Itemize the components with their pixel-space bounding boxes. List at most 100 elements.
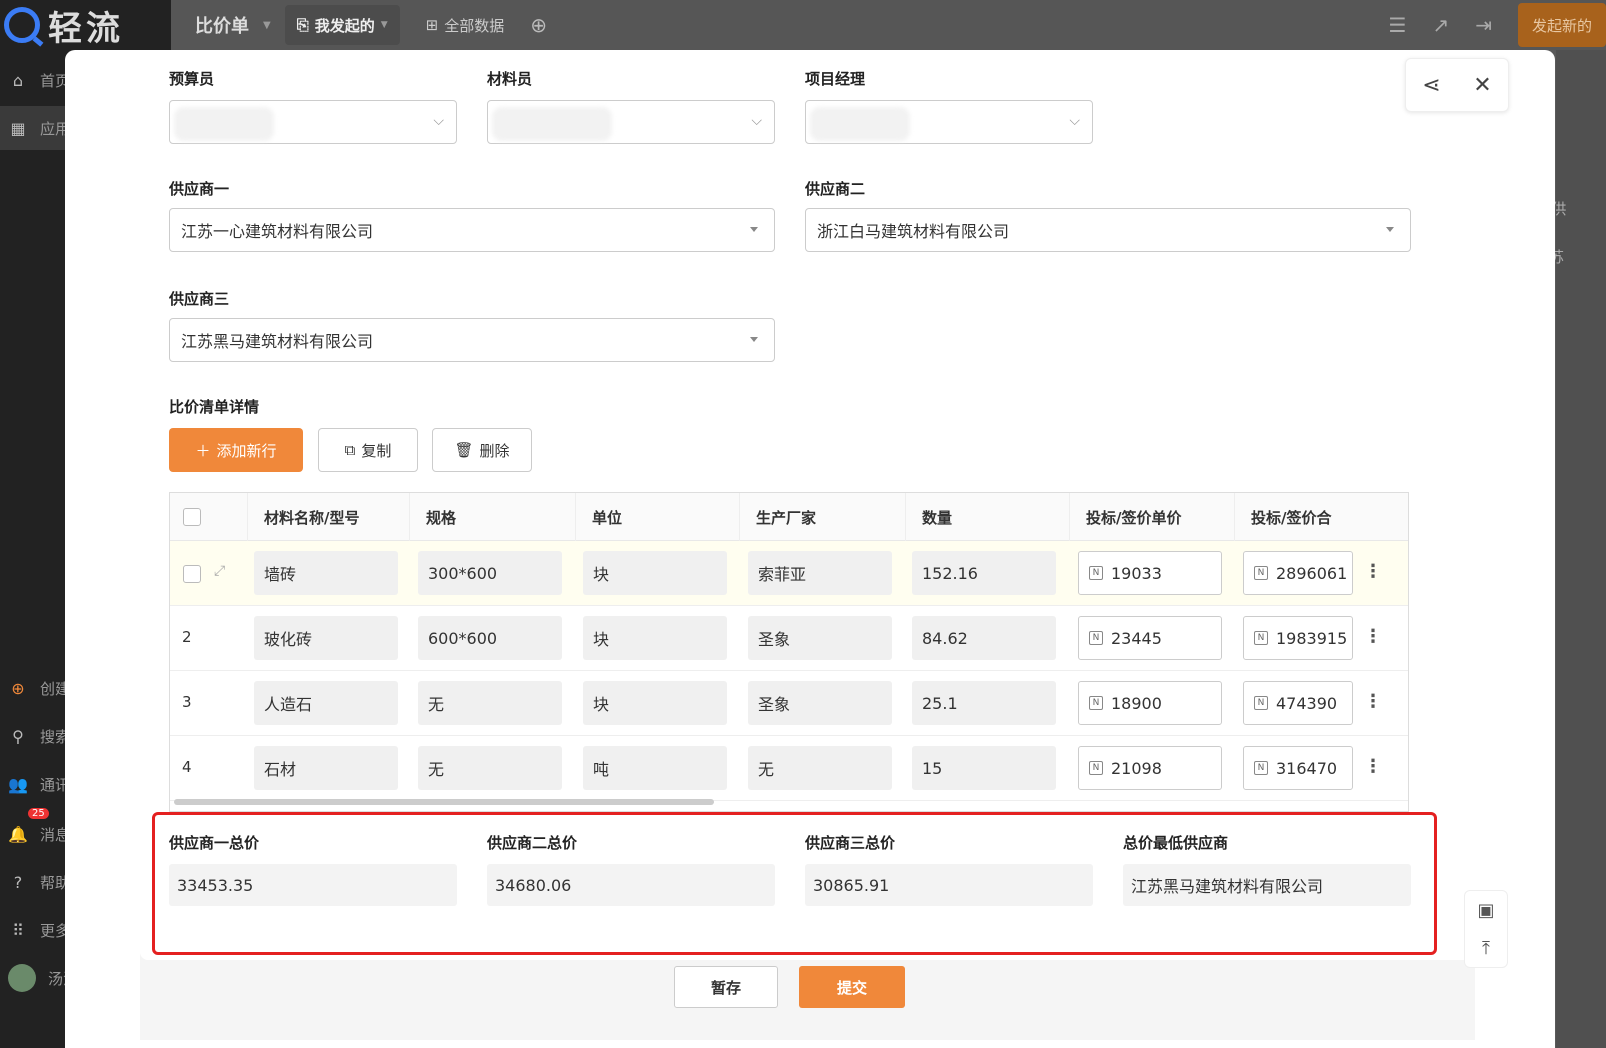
qrcode-icon[interactable]: ▣ xyxy=(1477,900,1494,921)
blurred-value xyxy=(810,107,910,141)
supplier1-label: 供应商一 xyxy=(169,180,230,198)
number-icon: N xyxy=(1254,761,1268,775)
cell-maker[interactable]: 圣象 xyxy=(748,616,892,660)
apps-icon: ▦ xyxy=(10,118,26,138)
cell-unit[interactable]: 吨 xyxy=(583,746,727,790)
table-row[interactable]: 3 人造石 无 块 圣象 25.1 N 18900 N 474390 ⋮ xyxy=(170,671,1408,736)
cell-name[interactable]: 墙砖 xyxy=(254,551,398,595)
tab-all-data[interactable]: ⊞ 全部数据 xyxy=(414,5,517,45)
cell-total[interactable]: N 474390 xyxy=(1243,681,1353,725)
cell-unit[interactable]: 块 xyxy=(583,681,727,725)
cell-qty[interactable]: 152.16 xyxy=(912,551,1056,595)
number-icon: N xyxy=(1089,761,1103,775)
cell-unit[interactable]: 块 xyxy=(583,551,727,595)
header-name: 材料名称/型号 xyxy=(248,493,410,541)
cell-total[interactable]: N 316470 xyxy=(1243,746,1353,790)
cell-spec[interactable]: 无 xyxy=(418,746,562,790)
cell-price[interactable]: N 19033 xyxy=(1078,551,1222,595)
chevron-down-icon: ⌵ xyxy=(1069,113,1080,129)
budgeter-select[interactable]: ⌵ xyxy=(169,100,457,144)
grid-icon: ⠿ xyxy=(12,920,24,940)
row-more-icon[interactable]: ⋮ xyxy=(1364,561,1382,582)
cell-name[interactable]: 玻化砖 xyxy=(254,616,398,660)
cell-name[interactable]: 人造石 xyxy=(254,681,398,725)
header-total: 投标/签价合 xyxy=(1235,493,1408,541)
list-icon[interactable]: ☰ xyxy=(1389,13,1407,37)
cell-price[interactable]: N 21098 xyxy=(1078,746,1222,790)
project-manager-select[interactable]: ⌵ xyxy=(805,100,1093,144)
trend-icon[interactable]: ↗ xyxy=(1432,13,1449,37)
cell-total[interactable]: N 1983915 xyxy=(1243,616,1353,660)
back-to-top-icon[interactable]: ⤒ xyxy=(1482,938,1490,959)
row-index: 3 xyxy=(182,693,192,711)
blurred-value xyxy=(492,107,612,141)
supplier2-label: 供应商二 xyxy=(805,180,866,198)
message-count-badge: 25 xyxy=(28,808,49,819)
copy-button[interactable]: ⧉ 复制 xyxy=(318,428,418,472)
table-row[interactable]: 2 玻化砖 600*600 块 圣象 84.62 N 23445 N 1983915… xyxy=(170,606,1408,671)
caret-down-icon xyxy=(750,227,758,232)
share-icon[interactable]: ⋖ xyxy=(1422,73,1440,98)
contacts-icon: 👥 xyxy=(8,774,28,794)
side-tools: ▣ ⤒ xyxy=(1464,890,1508,968)
tab-mine[interactable]: ⎘ 我发起的 ▼ xyxy=(284,5,400,45)
number-icon: N xyxy=(1254,566,1268,580)
number-icon: N xyxy=(1089,566,1103,580)
top-bar: 比价单 ▼ ⎘ 我发起的 ▼ ⊞ 全部数据 ⊕ ☰ ↗ ⇥ 发起新的 xyxy=(171,0,1606,50)
supplier2-select[interactable]: 浙江白马建筑材料有限公司 xyxy=(805,208,1411,252)
highlight-box xyxy=(152,812,1437,955)
row-more-icon[interactable]: ⋮ xyxy=(1364,626,1382,647)
submit-button[interactable]: 提交 xyxy=(799,966,905,1008)
cell-unit[interactable]: 块 xyxy=(583,616,727,660)
select-all-checkbox[interactable] xyxy=(183,508,201,526)
help-icon: ? xyxy=(13,872,23,892)
add-row-button[interactable]: ＋添加新行 xyxy=(169,428,303,472)
modal-actions: ⋖ ✕ xyxy=(1405,58,1509,112)
horizontal-scrollbar[interactable] xyxy=(174,799,714,805)
chevron-down-icon: ⌵ xyxy=(433,113,444,129)
expand-icon[interactable]: ⤢ xyxy=(214,563,225,579)
project-manager-label: 项目经理 xyxy=(805,70,866,88)
chevron-down-icon: ▼ xyxy=(380,20,388,30)
table-row[interactable]: 4 石材 无 吨 无 15 N 21098 N 316470 ⋮ xyxy=(170,736,1408,801)
header-select xyxy=(170,493,248,541)
material-clerk-select[interactable]: ⌵ xyxy=(487,100,775,144)
table-row[interactable]: ⤢ 墙砖 300*600 块 索菲亚 152.16 N 19033 N 289606… xyxy=(170,541,1408,606)
home-icon: ⌂ xyxy=(12,70,24,90)
cell-total[interactable]: N 2896061 xyxy=(1243,551,1353,595)
export-icon[interactable]: ⇥ xyxy=(1475,13,1492,37)
cell-spec[interactable]: 无 xyxy=(418,681,562,725)
material-clerk-label: 材料员 xyxy=(487,70,533,88)
supplier3-select[interactable]: 江苏黑马建筑材料有限公司 xyxy=(169,318,775,362)
cell-maker[interactable]: 圣象 xyxy=(748,681,892,725)
cell-maker[interactable]: 无 xyxy=(748,746,892,790)
cell-spec[interactable]: 300*600 xyxy=(418,551,562,595)
cell-price[interactable]: N 18900 xyxy=(1078,681,1222,725)
close-icon[interactable]: ✕ xyxy=(1473,73,1491,98)
cell-price[interactable]: N 23445 xyxy=(1078,616,1222,660)
cell-spec[interactable]: 600*600 xyxy=(418,616,562,660)
table-icon: ⊞ xyxy=(425,16,439,34)
bell-icon: 🔔 xyxy=(8,824,28,844)
trash-icon: 🗑 xyxy=(454,441,474,459)
cell-qty[interactable]: 84.62 xyxy=(912,616,1056,660)
add-view-icon[interactable]: ⊕ xyxy=(530,13,547,37)
cell-maker[interactable]: 索菲亚 xyxy=(748,551,892,595)
delete-button[interactable]: 🗑 删除 xyxy=(432,428,532,472)
save-draft-button[interactable]: 暂存 xyxy=(674,966,778,1008)
row-more-icon[interactable]: ⋮ xyxy=(1364,756,1382,777)
cell-name[interactable]: 石材 xyxy=(254,746,398,790)
new-entry-button[interactable]: 发起新的 xyxy=(1517,3,1606,47)
avatar xyxy=(8,964,36,992)
header-price: 投标/签价单价 xyxy=(1070,493,1235,541)
supplier1-select[interactable]: 江苏一心建筑材料有限公司 xyxy=(169,208,775,252)
row-checkbox[interactable] xyxy=(183,565,201,583)
row-more-icon[interactable]: ⋮ xyxy=(1364,691,1382,712)
cell-qty[interactable]: 25.1 xyxy=(912,681,1056,725)
number-icon: N xyxy=(1254,631,1268,645)
row-index: 4 xyxy=(182,758,192,776)
cell-qty[interactable]: 15 xyxy=(912,746,1056,790)
app-logo: 轻流 xyxy=(0,0,171,50)
page-title[interactable]: 比价单 xyxy=(195,12,249,38)
chevron-down-icon: ⌵ xyxy=(751,113,762,129)
